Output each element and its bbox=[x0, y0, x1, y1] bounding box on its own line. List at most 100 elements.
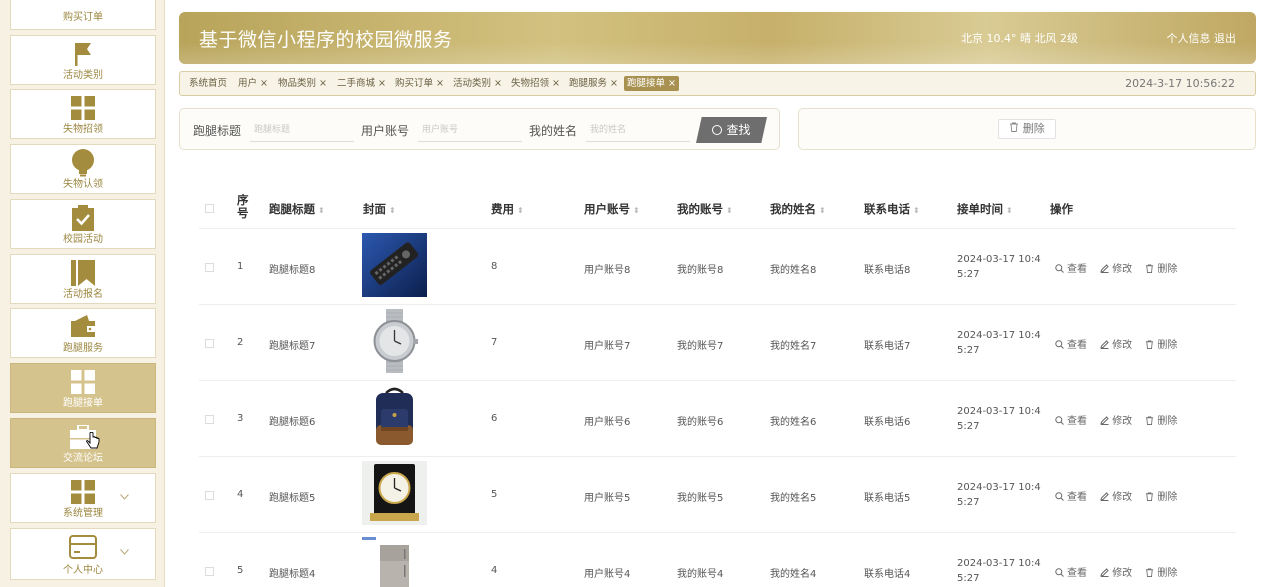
delete-button[interactable]: 删除 bbox=[1145, 260, 1177, 275]
row-checkbox[interactable] bbox=[205, 263, 214, 272]
header-user-account[interactable]: 用户账号 ⬍ bbox=[584, 201, 640, 217]
cell-fee: 7 bbox=[491, 337, 498, 348]
header-cover[interactable]: 封面 ⬍ bbox=[363, 201, 396, 217]
cell-my-account: 我的账号8 bbox=[677, 265, 724, 276]
view-button[interactable]: 查看 bbox=[1055, 488, 1087, 503]
cell-my-name: 我的姓名7 bbox=[770, 341, 817, 352]
cell-time: 2024-03-17 10:4 5:27 bbox=[957, 254, 1041, 280]
edit-button[interactable]: 修改 bbox=[1100, 488, 1132, 503]
sort-icon: ⬍ bbox=[726, 206, 733, 215]
sidebar-item-errand-orders[interactable]: 跑腿接单 bbox=[10, 363, 156, 413]
view-button[interactable]: 查看 bbox=[1055, 564, 1087, 579]
row-checkbox[interactable] bbox=[205, 339, 214, 348]
briefcase-icon bbox=[11, 423, 155, 451]
tab-purchase-orders[interactable]: 购买订单 × bbox=[395, 76, 444, 91]
edit-button[interactable]: 修改 bbox=[1100, 564, 1132, 579]
cell-phone: 联系电话7 bbox=[864, 341, 911, 352]
sidebar-item-forum[interactable]: 交流论坛 bbox=[10, 418, 156, 468]
edit-icon bbox=[1100, 340, 1109, 349]
cell-fee: 5 bbox=[491, 489, 498, 500]
header-banner: 基于微信小程序的校园微服务 北京 10.4° 晴 北风 2级 个人信息 退出 bbox=[179, 12, 1256, 64]
sidebar-item-purchase-orders[interactable]: 购买订单 bbox=[10, 0, 156, 30]
cover-image-fridge[interactable] bbox=[362, 537, 427, 587]
cell-my-name: 我的姓名4 bbox=[770, 569, 817, 580]
datetime-display: 2024-3-17 10:56:22 bbox=[1125, 77, 1235, 90]
delete-button[interactable]: 删除 bbox=[1145, 336, 1177, 351]
sidebar-item-campus-activity[interactable]: 校园活动 bbox=[10, 199, 156, 249]
search-icon bbox=[1055, 416, 1064, 425]
logout-link[interactable]: 退出 bbox=[1214, 32, 1236, 45]
row-checkbox[interactable] bbox=[205, 567, 214, 576]
cover-image-backpack[interactable] bbox=[362, 385, 427, 449]
edit-button[interactable]: 修改 bbox=[1100, 412, 1132, 427]
header-title[interactable]: 跑腿标题 ⬍ bbox=[269, 201, 325, 217]
cell-seq: 3 bbox=[237, 413, 244, 424]
cell-time: 2024-03-17 10:4 5:27 bbox=[957, 406, 1041, 432]
tab-home[interactable]: 系统首页 bbox=[189, 76, 227, 91]
app-page: 购买订单 活动类别 失物招领 失物认领 校园活动 活动报名 跑腿服务 跑腿接单 … bbox=[0, 0, 1276, 587]
cell-user-account: 用户账号5 bbox=[584, 493, 631, 504]
user-links: 个人信息 退出 bbox=[1167, 30, 1237, 46]
sidebar-item-errand-service[interactable]: 跑腿服务 bbox=[10, 308, 156, 358]
sidebar-item-activity-signup[interactable]: 活动报名 bbox=[10, 254, 156, 304]
sidebar-item-personal-center[interactable]: 个人中心 bbox=[10, 528, 156, 580]
tab-item-category[interactable]: 物品类别 × bbox=[278, 76, 327, 91]
profile-link[interactable]: 个人信息 bbox=[1167, 32, 1211, 45]
sidebar-item-activity-category[interactable]: 活动类别 bbox=[10, 35, 156, 85]
search-button[interactable]: 查找 bbox=[696, 117, 767, 143]
select-all-checkbox[interactable] bbox=[205, 204, 214, 213]
view-button[interactable]: 查看 bbox=[1055, 336, 1087, 351]
sort-icon: ⬍ bbox=[318, 206, 325, 215]
search-icon bbox=[1055, 568, 1064, 577]
cover-image-watch[interactable] bbox=[362, 309, 427, 373]
tab-users[interactable]: 用户 × bbox=[238, 76, 268, 91]
header-phone[interactable]: 联系电话 ⬍ bbox=[864, 201, 920, 217]
mouse-pointer-icon bbox=[86, 431, 100, 450]
sort-icon: ⬍ bbox=[389, 206, 396, 215]
tab-second-hand[interactable]: 二手商城 × bbox=[337, 76, 386, 91]
delete-button[interactable]: 删除 bbox=[1145, 488, 1177, 503]
wallet-icon bbox=[11, 313, 155, 341]
cover-image-clock[interactable] bbox=[362, 461, 427, 525]
sidebar-item-lost-found[interactable]: 失物招领 bbox=[10, 89, 156, 139]
chevron-down-icon bbox=[120, 547, 129, 558]
table-row: 4 跑腿标题5 5 用户账号5 我的账号5 我的姓名5 联系电话5 2024-0… bbox=[199, 457, 1236, 533]
delete-button[interactable]: 删除 bbox=[1145, 412, 1177, 427]
edit-button[interactable]: 修改 bbox=[1100, 336, 1132, 351]
row-actions: 查看 修改 删除 bbox=[1055, 260, 1187, 275]
header-fee[interactable]: 费用 ⬍ bbox=[491, 201, 524, 217]
cell-user-account: 用户账号8 bbox=[584, 265, 631, 276]
search-name-input[interactable] bbox=[586, 118, 690, 142]
search-title-input[interactable] bbox=[250, 118, 354, 142]
search-panel: 跑腿标题 用户账号 我的姓名 查找 bbox=[179, 108, 780, 150]
table-row: 3 跑腿标题6 6 用户账号6 我的账号6 我的姓名6 联系电话6 2024-0… bbox=[199, 381, 1236, 457]
batch-delete-button[interactable]: 删除 bbox=[998, 119, 1056, 139]
tab-errand-service[interactable]: 跑腿服务 × bbox=[569, 76, 618, 91]
row-checkbox[interactable] bbox=[205, 415, 214, 424]
view-button[interactable]: 查看 bbox=[1055, 260, 1087, 275]
header-my-name[interactable]: 我的姓名 ⬍ bbox=[770, 201, 826, 217]
trash-icon bbox=[1146, 568, 1154, 577]
sort-icon: ⬍ bbox=[517, 206, 524, 215]
tab-activity-category[interactable]: 活动类别 × bbox=[453, 76, 502, 91]
search-account-input[interactable] bbox=[418, 118, 522, 142]
cover-image-remote-control[interactable] bbox=[362, 233, 427, 297]
cell-user-account: 用户账号6 bbox=[584, 417, 631, 428]
sidebar-item-lost-claim[interactable]: 失物认领 bbox=[10, 144, 156, 194]
view-button[interactable]: 查看 bbox=[1055, 412, 1087, 427]
cell-phone: 联系电话5 bbox=[864, 493, 911, 504]
header-time[interactable]: 接单时间 ⬍ bbox=[957, 201, 1013, 217]
sidebar-item-system-management[interactable]: 系统管理 bbox=[10, 473, 156, 523]
row-actions: 查看 修改 删除 bbox=[1055, 412, 1187, 427]
tab-lost-found[interactable]: 失物招领 × bbox=[511, 76, 560, 91]
sidebar-item-label: 失物招领 bbox=[63, 124, 103, 135]
delete-button[interactable]: 删除 bbox=[1145, 564, 1177, 579]
sidebar-item-label: 校园活动 bbox=[63, 234, 103, 245]
tab-errand-orders[interactable]: 跑腿接单 × bbox=[624, 76, 679, 91]
row-checkbox[interactable] bbox=[205, 491, 214, 500]
header-my-account[interactable]: 我的账号 ⬍ bbox=[677, 201, 733, 217]
search-icon bbox=[1055, 264, 1064, 273]
cell-time: 2024-03-17 10:4 5:27 bbox=[957, 482, 1041, 508]
cell-seq: 4 bbox=[237, 489, 244, 500]
edit-button[interactable]: 修改 bbox=[1100, 260, 1132, 275]
